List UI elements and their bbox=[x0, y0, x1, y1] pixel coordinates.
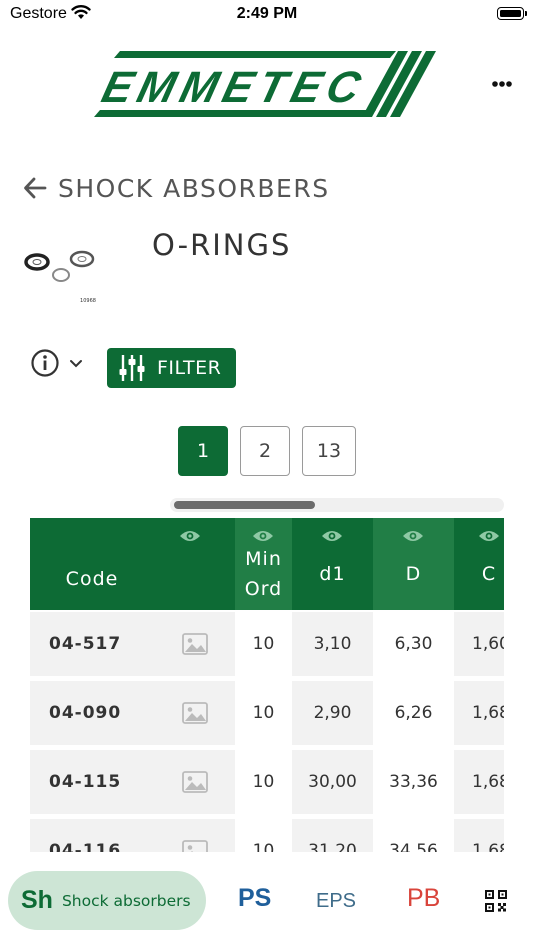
cell-C: 1,68 bbox=[472, 772, 504, 792]
header-C[interactable]: C bbox=[454, 518, 504, 610]
nav-tab-shock-absorbers[interactable]: Sh Shock absorbers bbox=[8, 871, 206, 930]
breadcrumb[interactable]: SHOCK ABSORBERS bbox=[22, 170, 330, 206]
sliders-icon bbox=[119, 355, 145, 381]
nav-tab-abbr: Sh bbox=[21, 886, 53, 914]
page-button-2[interactable]: 2 bbox=[240, 426, 290, 476]
back-arrow-icon[interactable] bbox=[22, 175, 48, 201]
chevron-down-icon bbox=[70, 360, 82, 368]
cell-d1: 3,10 bbox=[313, 634, 352, 654]
image-placeholder-icon bbox=[181, 771, 208, 793]
eye-icon[interactable] bbox=[321, 528, 343, 544]
cell-D: 6,30 bbox=[373, 612, 454, 676]
eye-icon[interactable] bbox=[402, 528, 424, 544]
cell-code: 04-116 bbox=[49, 841, 122, 852]
header-code-label: Code bbox=[65, 568, 119, 590]
page-button-13[interactable]: 13 bbox=[302, 426, 356, 476]
header-C-label: C bbox=[481, 563, 497, 585]
header-code[interactable]: Code bbox=[30, 518, 154, 610]
scrollbar-thumb[interactable] bbox=[174, 501, 315, 509]
category-title: SHOCK ABSORBERS bbox=[58, 173, 330, 203]
header-min-label: Min bbox=[245, 548, 282, 570]
table-header: Code Min Ord d1 D C bbox=[30, 518, 504, 610]
table-row[interactable]: 04-116 10 31,20 34,56 1,68 bbox=[30, 819, 504, 852]
status-bar: Gestore 2:49 PM bbox=[0, 0, 534, 30]
horizontal-scrollbar[interactable] bbox=[170, 498, 504, 512]
page-button-1[interactable]: 1 bbox=[178, 426, 228, 476]
image-placeholder-icon bbox=[181, 702, 208, 724]
cell-min-ord: 10 bbox=[235, 819, 292, 852]
image-placeholder-icon bbox=[181, 633, 208, 655]
cell-C: 1,68 bbox=[472, 841, 504, 852]
cell-D: 33,36 bbox=[373, 750, 454, 814]
product-thumbnail[interactable]: 10968 bbox=[22, 244, 102, 308]
cell-D: 34,56 bbox=[373, 819, 454, 852]
cell-code: 04-090 bbox=[49, 703, 122, 723]
info-icon bbox=[31, 349, 59, 377]
header-d1[interactable]: d1 bbox=[292, 518, 373, 610]
cell-code: 04-115 bbox=[49, 772, 122, 792]
cell-min-ord: 10 bbox=[235, 750, 292, 814]
nav-tab-label: Shock absorbers bbox=[61, 891, 191, 910]
cell-C: 1,68 bbox=[472, 703, 504, 723]
image-placeholder-icon bbox=[181, 840, 208, 852]
clock: 2:49 PM bbox=[236, 5, 298, 22]
cell-d1: 30,00 bbox=[308, 772, 357, 792]
table-row[interactable]: 04-090 10 2,90 6,26 1,68 bbox=[30, 681, 504, 745]
cell-d1: 31,20 bbox=[308, 841, 357, 852]
nav-tab-eps[interactable]: EPS bbox=[316, 890, 356, 913]
emmetec-logo: EMMETEC bbox=[94, 51, 436, 117]
cell-C: 1,60 bbox=[472, 634, 504, 654]
logo-wordmark: EMMETEC bbox=[97, 64, 371, 112]
nav-tab-ps[interactable]: PS bbox=[238, 884, 271, 913]
cell-d1: 2,90 bbox=[313, 703, 352, 723]
header-min-ord[interactable]: Min Ord bbox=[235, 518, 292, 610]
cell-D: 6,26 bbox=[373, 681, 454, 745]
cell-min-ord: 10 bbox=[235, 612, 292, 676]
header-image[interactable] bbox=[154, 518, 235, 610]
header-D[interactable]: D bbox=[373, 518, 454, 610]
pagination: 1 2 13 bbox=[0, 426, 534, 478]
qr-code-icon[interactable] bbox=[485, 890, 507, 912]
cell-image bbox=[154, 681, 235, 745]
cell-image bbox=[154, 750, 235, 814]
eye-icon[interactable] bbox=[252, 528, 274, 544]
nav-tab-pb[interactable]: PB bbox=[407, 884, 440, 913]
cell-min-ord: 10 bbox=[235, 681, 292, 745]
filter-label: FILTER bbox=[157, 357, 222, 379]
product-table: Code Min Ord d1 D C 04-517 10 3,10 6,30 … bbox=[30, 518, 504, 852]
thumbnail-caption: 10968 bbox=[80, 298, 96, 304]
bottom-nav: Sh Shock absorbers PS EPS PB bbox=[0, 852, 534, 950]
filter-button[interactable]: FILTER bbox=[107, 348, 236, 388]
table-row[interactable]: 04-517 10 3,10 6,30 1,60 bbox=[30, 612, 504, 676]
cell-image bbox=[154, 819, 235, 852]
table-row[interactable]: 04-115 10 30,00 33,36 1,68 bbox=[30, 750, 504, 814]
header-ord-label: Ord bbox=[244, 578, 283, 600]
eye-icon[interactable] bbox=[179, 528, 201, 544]
cell-code: 04-517 bbox=[49, 634, 122, 654]
more-horizontal-icon[interactable] bbox=[487, 74, 517, 94]
header-d1-label: d1 bbox=[319, 563, 346, 585]
info-toggle[interactable] bbox=[30, 348, 88, 378]
header-D-label: D bbox=[405, 563, 422, 585]
eye-icon[interactable] bbox=[478, 528, 500, 544]
cell-image bbox=[154, 612, 235, 676]
product-title: O-RINGS bbox=[152, 228, 292, 262]
battery-icon bbox=[497, 7, 527, 20]
